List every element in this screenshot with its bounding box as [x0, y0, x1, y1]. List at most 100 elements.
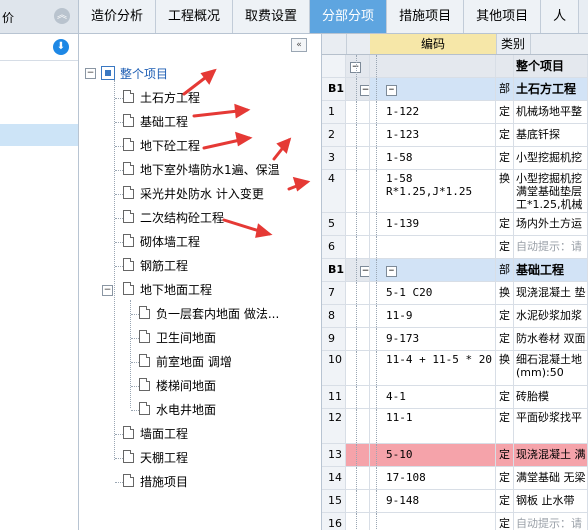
type-cell[interactable]: 定: [496, 147, 514, 169]
type-cell[interactable]: 定: [496, 328, 514, 350]
table-row[interactable]: 8 11-9 定水泥砂浆加浆: [322, 305, 588, 328]
name-cell[interactable]: 基底钎探: [514, 124, 588, 146]
name-cell[interactable]: 细石混凝土地 (mm):50: [514, 351, 588, 385]
tree-item[interactable]: 钢筋工程: [123, 256, 188, 276]
name-cell[interactable]: 防水卷材 双面: [514, 328, 588, 350]
left-nav-selected-item[interactable]: [0, 124, 78, 146]
tree-item[interactable]: 基础工程: [123, 112, 188, 132]
type-cell[interactable]: 定: [496, 124, 514, 146]
code-cell[interactable]: 1-122: [370, 101, 496, 123]
table-row[interactable]: − 整个项目: [322, 55, 588, 78]
code-cell[interactable]: 11-4 + 11-5 * 20: [370, 351, 496, 385]
tree-expander[interactable]: −: [102, 285, 113, 296]
code-cell[interactable]: [370, 236, 496, 258]
code-cell[interactable]: 17-108: [370, 467, 496, 489]
name-cell[interactable]: 平面砂浆找平: [514, 409, 588, 443]
type-cell[interactable]: 定: [496, 444, 514, 466]
type-cell[interactable]: 定: [496, 213, 514, 235]
tree-item[interactable]: 措施项目: [123, 472, 188, 492]
header-code[interactable]: 编码: [370, 34, 497, 54]
name-cell[interactable]: 自动提示：请: [514, 236, 588, 258]
code-cell[interactable]: 9-173: [370, 328, 496, 350]
table-row[interactable]: 12 11-1 定平面砂浆找平: [322, 409, 588, 444]
tab-6[interactable]: 人: [541, 0, 580, 33]
type-cell[interactable]: 换: [496, 282, 514, 304]
name-cell[interactable]: 土石方工程: [514, 78, 588, 100]
name-cell[interactable]: 基础工程: [514, 259, 588, 281]
code-cell[interactable]: −: [370, 259, 496, 281]
table-row[interactable]: 9 9-173 定防水卷材 双面: [322, 328, 588, 351]
code-cell[interactable]: 1-58: [370, 147, 496, 169]
table-row[interactable]: 15 9-148 定钢板 止水带: [322, 490, 588, 513]
table-row[interactable]: B1 − − 部基础工程: [322, 259, 588, 282]
tree-subitem[interactable]: 卫生间地面: [139, 328, 216, 348]
code-cell[interactable]: [370, 513, 496, 530]
tab-4[interactable]: 措施项目: [387, 0, 465, 33]
type-cell[interactable]: 定: [496, 101, 514, 123]
name-cell[interactable]: 水泥砂浆加浆: [514, 305, 588, 327]
table-row[interactable]: 7 5-1 C20 换现浇混凝土 垫: [322, 282, 588, 305]
type-cell[interactable]: 定: [496, 467, 514, 489]
code-cell[interactable]: 1-58 R*1.25,J*1.25: [370, 170, 496, 212]
tree-subitem[interactable]: 水电井地面: [139, 400, 216, 420]
name-cell[interactable]: 满堂基础 无梁: [514, 467, 588, 489]
tree-item[interactable]: 土石方工程: [123, 88, 200, 108]
table-row[interactable]: 16 定自动提示：请: [322, 513, 588, 530]
type-cell[interactable]: 部: [496, 259, 514, 281]
tree-expander[interactable]: −: [85, 68, 96, 79]
tree-subitem[interactable]: 前室地面 调增: [139, 352, 232, 372]
type-cell[interactable]: 定: [496, 236, 514, 258]
table-row[interactable]: 14 17-108 定满堂基础 无梁: [322, 467, 588, 490]
header-type[interactable]: 类别: [496, 34, 531, 54]
tree-item-group[interactable]: 地下地面工程: [123, 280, 212, 300]
code-cell[interactable]: 9-148: [370, 490, 496, 512]
tab-2[interactable]: 取费设置: [233, 0, 311, 33]
tab-5[interactable]: 其他项目: [464, 0, 542, 33]
tree-item[interactable]: 二次结构砼工程: [123, 208, 224, 228]
tree-root[interactable]: 整个项目: [101, 64, 168, 84]
name-cell[interactable]: 小型挖掘机挖: [514, 147, 588, 169]
name-cell[interactable]: 自动提示：请: [514, 513, 588, 530]
type-cell[interactable]: [496, 55, 514, 77]
code-cell[interactable]: [370, 55, 496, 77]
type-cell[interactable]: 定: [496, 513, 514, 530]
download-icon[interactable]: ⬇: [53, 39, 69, 55]
tree-item[interactable]: 砌体墙工程: [123, 232, 200, 252]
row-expander[interactable]: −: [360, 266, 369, 277]
type-cell[interactable]: 部: [496, 78, 514, 100]
table-row[interactable]: 10 11-4 + 11-5 * 20 换细石混凝土地 (mm):50: [322, 351, 588, 386]
table-row[interactable]: 11 4-1 定砖胎模: [322, 386, 588, 409]
tree-item[interactable]: 地下砼工程: [123, 136, 200, 156]
collapse-left-icon[interactable]: «: [291, 38, 307, 52]
type-cell[interactable]: 换: [496, 170, 514, 212]
type-cell[interactable]: 定: [496, 305, 514, 327]
name-cell[interactable]: 砖胎模: [514, 386, 588, 408]
code-cell[interactable]: 5-10: [370, 444, 496, 466]
table-row[interactable]: 1 1-122 定机械场地平整: [322, 101, 588, 124]
code-cell[interactable]: 1-123: [370, 124, 496, 146]
type-cell[interactable]: 定: [496, 386, 514, 408]
name-cell[interactable]: 机械场地平整: [514, 101, 588, 123]
code-cell[interactable]: 4-1: [370, 386, 496, 408]
row-expander[interactable]: −: [386, 266, 397, 277]
code-cell[interactable]: −: [370, 78, 496, 100]
name-cell[interactable]: 钢板 止水带: [514, 490, 588, 512]
table-row[interactable]: 3 1-58 定小型挖掘机挖: [322, 147, 588, 170]
tree-item[interactable]: 墙面工程: [123, 424, 188, 444]
table-row[interactable]: 5 1-139 定场内外土方运: [322, 213, 588, 236]
code-cell[interactable]: 11-9: [370, 305, 496, 327]
tab-3[interactable]: 分部分项: [310, 0, 388, 33]
code-cell[interactable]: 5-1 C20: [370, 282, 496, 304]
tab-0[interactable]: 造价分析: [79, 0, 157, 33]
code-cell[interactable]: 1-139: [370, 213, 496, 235]
tab-1[interactable]: 工程概况: [156, 0, 234, 33]
tree-item[interactable]: 地下室外墙防水1遍、保温: [123, 160, 280, 180]
table-row[interactable]: 6 定自动提示：请: [322, 236, 588, 259]
tree-item[interactable]: 采光井处防水 计入变更: [123, 184, 264, 204]
code-cell[interactable]: 11-1: [370, 409, 496, 443]
table-row[interactable]: 2 1-123 定基底钎探: [322, 124, 588, 147]
table-row[interactable]: B1 − − 部土石方工程: [322, 78, 588, 101]
collapse-up-icon[interactable]: ︽: [54, 8, 70, 24]
name-cell[interactable]: 场内外土方运: [514, 213, 588, 235]
type-cell[interactable]: 定: [496, 409, 514, 443]
